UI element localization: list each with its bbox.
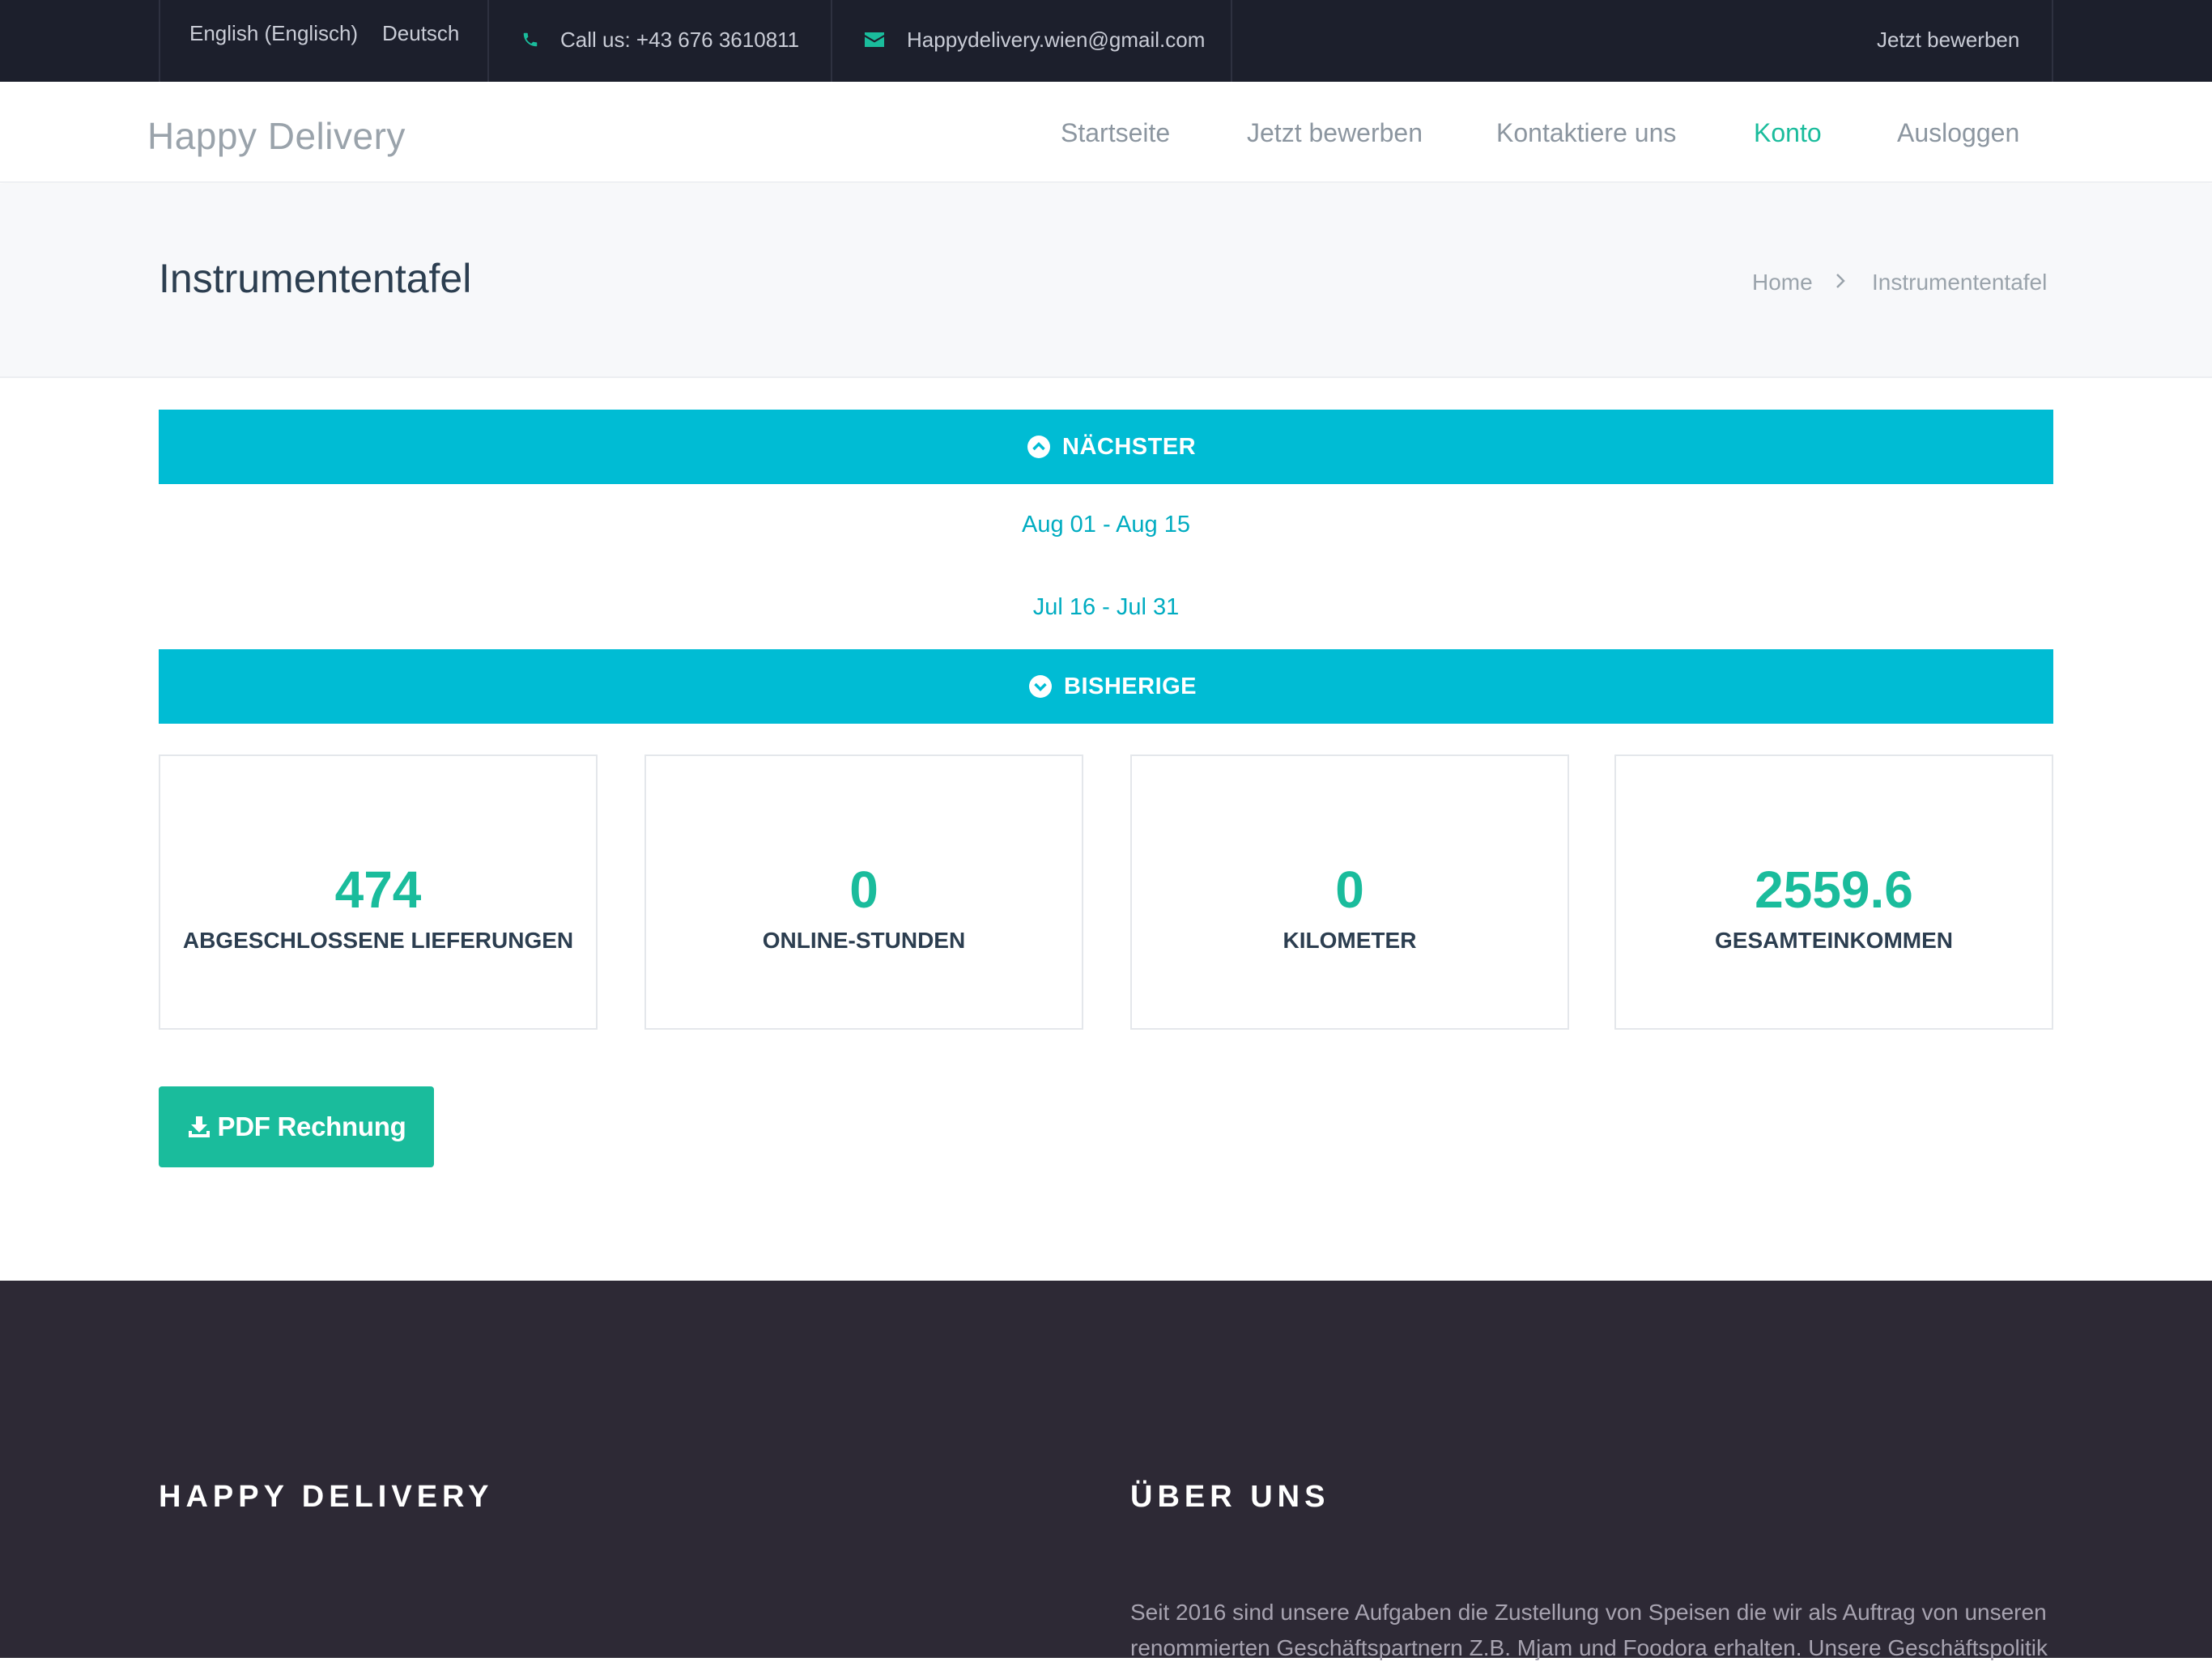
stat-card-kilometers: 0 KILOMETER — [1130, 754, 1569, 1030]
top-bar: English (Englisch) Deutsch Call us: +43 … — [0, 0, 2212, 82]
language-german-link[interactable]: Deutsch — [382, 21, 459, 46]
nav-item-startseite[interactable]: Startseite — [1061, 118, 1170, 148]
stat-card-total-income: 2559.6 GESAMTEINKOMMEN — [1614, 754, 2053, 1030]
nav-item-ausloggen[interactable]: Ausloggen — [1897, 118, 2019, 148]
email-link[interactable]: Happydelivery.wien@gmail.com — [907, 28, 1205, 53]
nav-item-konto[interactable]: Konto — [1754, 118, 1822, 148]
envelope-icon — [865, 32, 884, 47]
accordion-previous-label: BISHERIGE — [1064, 673, 1197, 699]
footer-about-text: Seit 2016 sind unsere Aufgaben die Zuste… — [1130, 1600, 2048, 1660]
language-switcher: English (Englisch) Deutsch — [159, 0, 489, 82]
stat-value: 474 — [334, 861, 422, 919]
period-link-aug[interactable]: Aug 01 - Aug 15 — [159, 512, 2053, 538]
stat-value: 0 — [1335, 861, 1364, 919]
pdf-invoice-button[interactable]: PDF Rechnung — [159, 1086, 434, 1167]
footer-brand-heading: HAPPY DELIVERY — [159, 1480, 494, 1514]
nav-item-jetzt-bewerben[interactable]: Jetzt bewerben — [1247, 118, 1423, 148]
breadcrumb-home[interactable]: Home — [1752, 270, 1813, 295]
accordion-next-label: NÄCHSTER — [1062, 433, 1197, 460]
email-contact: Happydelivery.wien@gmail.com — [831, 0, 1232, 82]
stat-label: GESAMTEINKOMMEN — [1715, 928, 1953, 953]
footer-about-heading: ÜBER UNS — [1130, 1480, 1330, 1514]
footer: HAPPY DELIVERY ÜBER UNS Seit 2016 sind u… — [0, 1281, 2212, 1660]
breadcrumb-current: Instrumententafel — [1872, 270, 2048, 295]
phone-text[interactable]: Call us: +43 676 3610811 — [560, 28, 799, 53]
stat-card-deliveries: 474 ABGESCHLOSSENE LIEFERUNGEN — [159, 754, 598, 1030]
page-title: Instrumententafel — [159, 256, 472, 301]
chevron-up-circle-icon — [1027, 435, 1051, 459]
nav-item-kontaktiere-uns[interactable]: Kontaktiere uns — [1496, 118, 1676, 148]
stat-label: ONLINE-STUNDEN — [762, 928, 966, 953]
stat-value: 2559.6 — [1755, 861, 1913, 919]
page-header: Instrumententafel Home Instrumententafel — [0, 184, 2212, 378]
accordion-previous-header[interactable]: BISHERIGE — [159, 649, 2053, 724]
pdf-button-label: PDF Rechnung — [217, 1111, 406, 1141]
download-icon — [187, 1115, 211, 1139]
main-navigation: Happy Delivery Startseite Jetzt bewerben… — [0, 82, 2212, 183]
site-logo[interactable]: Happy Delivery — [147, 114, 406, 158]
apply-top-link[interactable]: Jetzt bewerben — [1877, 28, 2019, 53]
accordion-next-header[interactable]: NÄCHSTER — [159, 410, 2053, 484]
stat-card-online-hours: 0 ONLINE-STUNDEN — [644, 754, 1083, 1030]
phone-contact: Call us: +43 676 3610811 — [487, 0, 832, 82]
period-link-jul[interactable]: Jul 16 - Jul 31 — [159, 594, 2053, 621]
phone-icon — [521, 31, 539, 49]
stat-label: KILOMETER — [1283, 928, 1417, 953]
apply-top-cell: Jetzt bewerben — [1872, 0, 2053, 82]
chevron-down-circle-icon — [1028, 674, 1053, 699]
language-english-link[interactable]: English (Englisch) — [189, 21, 358, 46]
chevron-right-icon — [1835, 271, 1846, 291]
stat-label: ABGESCHLOSSENE LIEFERUNGEN — [182, 928, 574, 953]
stat-value: 0 — [849, 861, 878, 919]
